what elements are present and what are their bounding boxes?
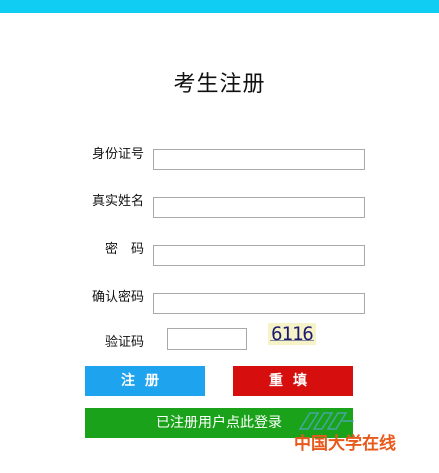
top-accent-bar: [0, 0, 439, 13]
password-input[interactable]: [153, 245, 365, 266]
captcha-image[interactable]: 6116: [268, 323, 316, 345]
register-button[interactable]: 注册: [85, 366, 205, 396]
password-label: 密 码: [105, 242, 145, 257]
real-name-label: 真实姓名: [92, 194, 145, 209]
id-number-label: 身份证号: [92, 147, 145, 162]
id-number-input[interactable]: [153, 149, 365, 170]
confirm-password-label: 确认密码: [92, 290, 145, 305]
page-title: 考生注册: [173, 72, 266, 97]
captcha-label: 验证码: [105, 335, 145, 350]
real-name-input[interactable]: [153, 197, 365, 218]
login-link-button[interactable]: 已注册用户点此登录: [85, 408, 353, 438]
reset-button[interactable]: 重填: [233, 366, 353, 396]
captcha-input[interactable]: [167, 328, 247, 350]
confirm-password-input[interactable]: [153, 293, 365, 314]
